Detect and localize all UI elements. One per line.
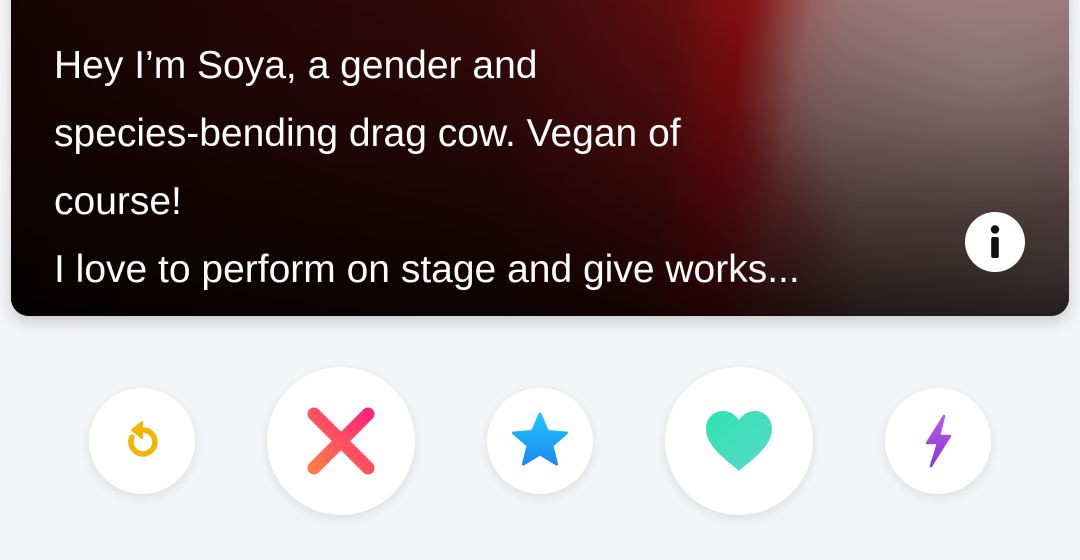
bio-line: Hey I’m Soya, a gender and — [54, 44, 538, 87]
rewind-icon — [128, 421, 158, 457]
heart-icon — [706, 411, 772, 471]
info-icon — [990, 225, 1000, 258]
boost-button[interactable] — [885, 388, 991, 494]
rewind-button[interactable] — [89, 388, 195, 494]
profile-card[interactable]: Hey I’m Soya, a gender and species-bendi… — [11, 0, 1069, 316]
close-x-icon — [307, 407, 375, 475]
nope-button[interactable] — [267, 367, 415, 515]
bio-line: I love to perform on stage and give work… — [54, 248, 800, 291]
profile-bio: Hey I’m Soya, a gender and species-bendi… — [54, 32, 914, 304]
like-button[interactable] — [665, 367, 813, 515]
bio-line: course! — [54, 180, 182, 223]
star-icon — [512, 412, 568, 466]
lightning-icon — [925, 414, 952, 468]
bio-line: species-bending drag cow. Vegan of — [54, 112, 681, 155]
profile-info-button[interactable] — [965, 212, 1025, 272]
super-like-button[interactable] — [487, 388, 593, 494]
